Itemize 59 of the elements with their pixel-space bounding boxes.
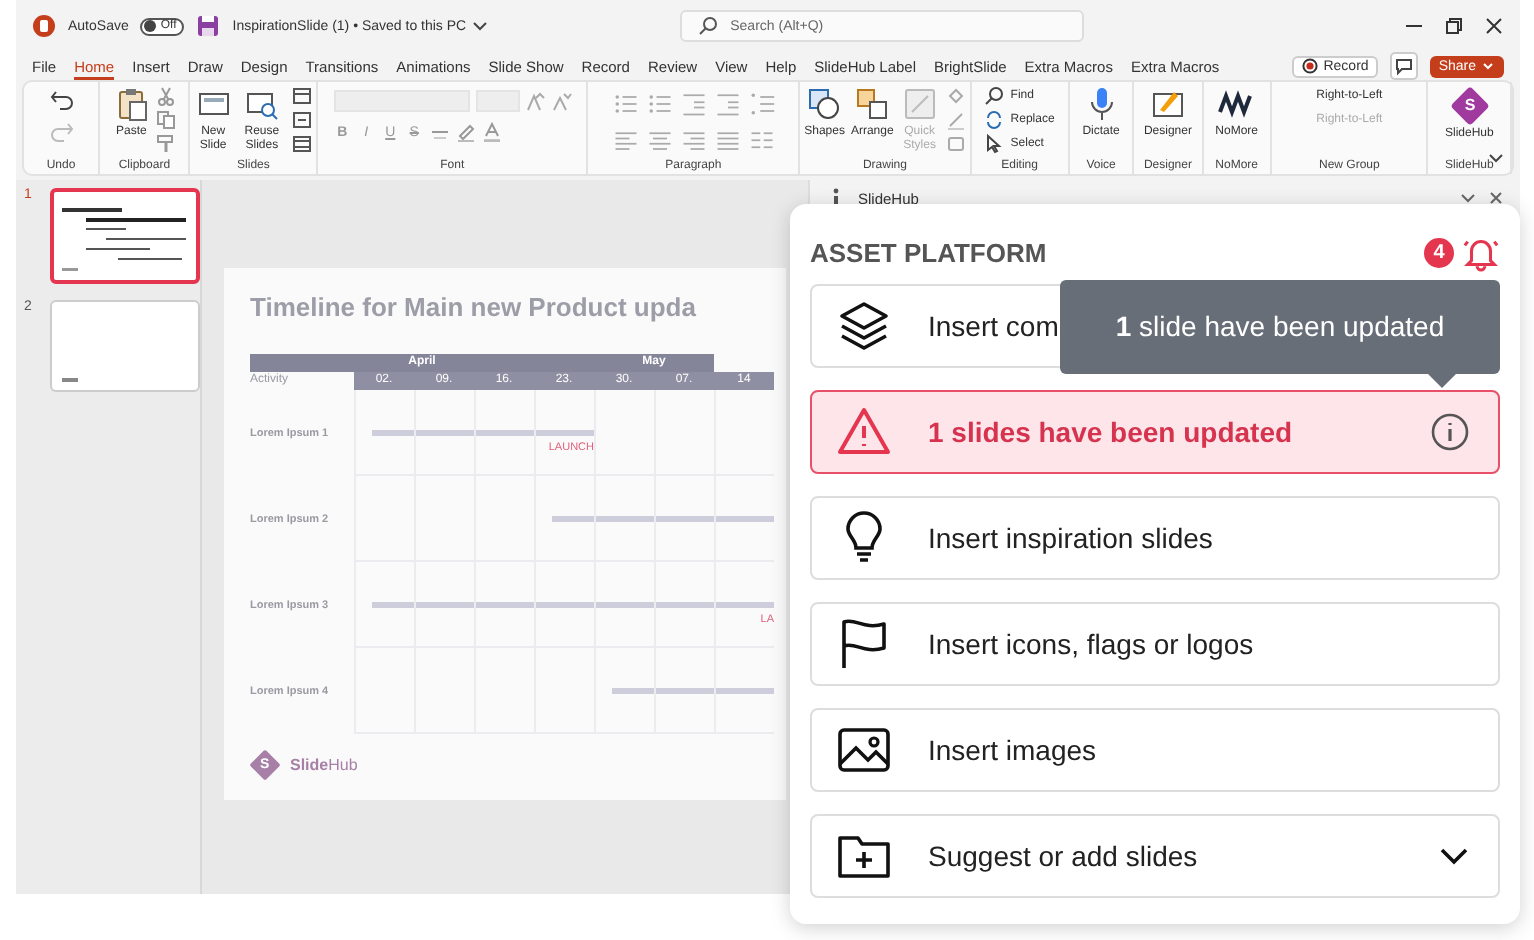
menu-item[interactable]: Insert images [810, 708, 1500, 792]
replace-icon [984, 110, 1005, 130]
thumbnail-drawing [57, 204, 190, 276]
quick-styles-icon [901, 86, 938, 122]
close-icon[interactable] [1488, 190, 1504, 206]
search-icon [698, 16, 719, 36]
clipboard-icon [113, 86, 150, 122]
chevron-icon[interactable] [1460, 190, 1476, 206]
menu-item[interactable]: Insert icons, flags or logos [810, 602, 1500, 686]
alert-banner[interactable]: 1 slides have been updated [810, 390, 1500, 474]
slide-thumbnail[interactable] [49, 300, 200, 392]
justify-icon[interactable] [713, 128, 742, 156]
record-icon [1301, 58, 1318, 74]
shapes-icon [806, 86, 843, 122]
font-color-icon[interactable] [481, 122, 502, 142]
shrink-font-icon[interactable] [551, 91, 572, 111]
highlighter-icon[interactable] [455, 122, 476, 142]
undo-icon[interactable] [47, 86, 75, 114]
layout-icon[interactable] [292, 86, 313, 106]
outline-icon[interactable] [945, 110, 966, 130]
format-painter-icon[interactable] [155, 134, 176, 154]
slide-title: Timeline for Main new Product upda [250, 292, 698, 322]
cursor-icon [984, 134, 1005, 154]
search-icon [984, 86, 1005, 106]
align-right-icon[interactable] [679, 128, 708, 156]
scissors-icon[interactable] [155, 86, 176, 106]
menu-item[interactable]: Insert inspiration slides [810, 496, 1500, 580]
designer-icon [1149, 86, 1186, 122]
layers-icon [836, 298, 892, 354]
bullets-icon[interactable] [611, 90, 640, 118]
tooltip-pointer [1428, 374, 1456, 388]
decrease-indent-icon[interactable] [679, 90, 708, 118]
arrange-icon [854, 86, 891, 122]
close-icon[interactable] [1484, 16, 1504, 36]
numbering-icon[interactable] [645, 90, 674, 118]
line-spacing-icon[interactable] [747, 90, 776, 118]
align-left-icon[interactable] [611, 128, 640, 156]
menu-item[interactable]: Suggest or add slides [810, 814, 1500, 898]
app-logo-icon [32, 14, 56, 38]
increase-indent-icon[interactable] [713, 90, 742, 118]
image-icon [836, 722, 892, 778]
caret-icon [1480, 58, 1496, 74]
copy-icon[interactable] [155, 110, 176, 130]
align-center-icon[interactable] [645, 128, 674, 156]
notification-badge: 4 [1424, 237, 1454, 267]
logo-text: SlideHub [290, 756, 358, 774]
flag-icon [836, 616, 892, 672]
tooltip: 1 slide have been updated [1060, 280, 1500, 374]
slidehub-logo: S [1449, 86, 1490, 126]
save-icon[interactable] [196, 14, 221, 38]
comment-icon[interactable] [1390, 52, 1419, 80]
warning-icon [836, 404, 892, 460]
chevron-icon [472, 18, 489, 34]
restore-icon[interactable] [1444, 16, 1464, 36]
grow-font-icon[interactable] [525, 91, 546, 111]
slide-thumbnail[interactable] [49, 188, 200, 284]
panel-title: ASSET PLATFORM [810, 237, 1047, 267]
info-icon[interactable] [1430, 412, 1470, 452]
zigzag-icon [1218, 86, 1255, 122]
